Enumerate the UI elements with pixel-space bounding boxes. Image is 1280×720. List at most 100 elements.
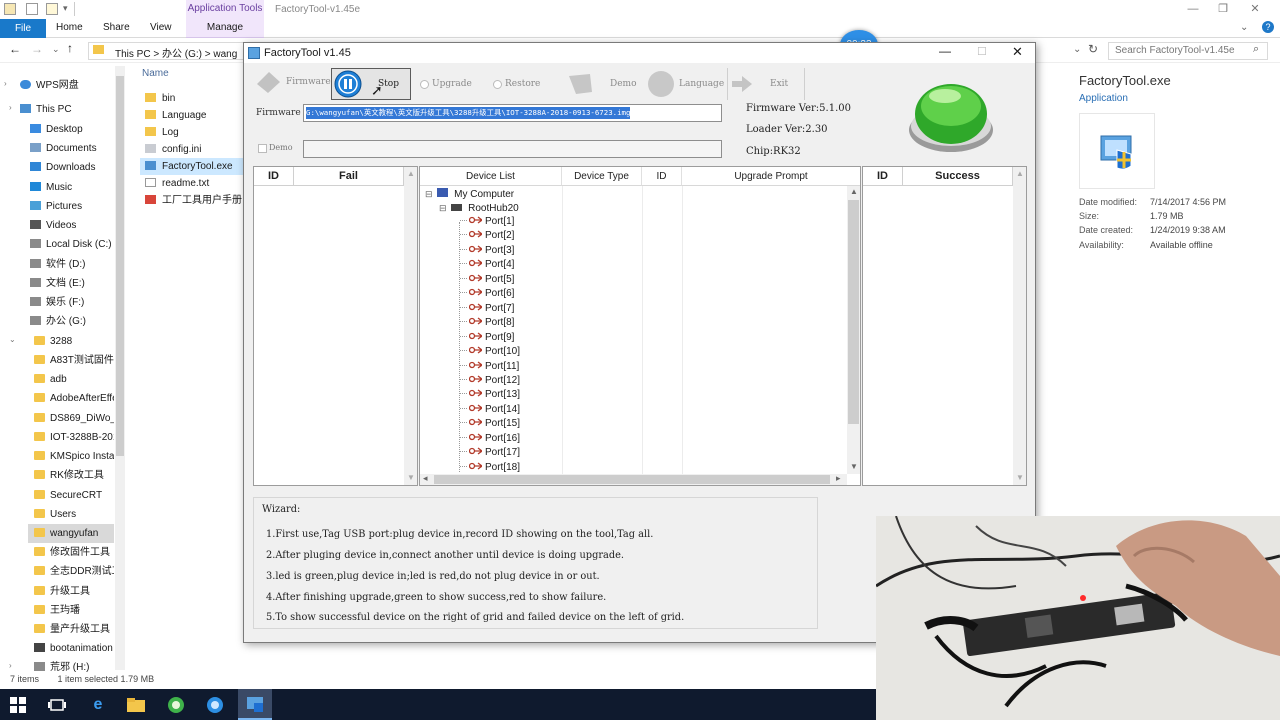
fail-id-header[interactable]: ID	[254, 167, 294, 186]
tree-port-item[interactable]: Port[6]	[460, 287, 514, 301]
address-input[interactable]: This PC > 办公 (G:) > wang	[88, 42, 258, 60]
tab-view[interactable]: View	[150, 22, 172, 33]
nav-item[interactable]: 升级工具	[34, 582, 114, 601]
nav-item[interactable]: wangyufan	[28, 524, 114, 543]
close-button[interactable]: ✕	[1012, 44, 1023, 60]
minimize-button[interactable]: —	[939, 44, 951, 58]
factorytool-taskbar-icon[interactable]	[238, 689, 272, 720]
scroll-up-icon[interactable]: ▲	[407, 169, 415, 178]
nav-item[interactable]: AdobeAfterEffe	[34, 389, 114, 408]
nav-item[interactable]: KMSpico Instal	[34, 447, 114, 466]
firmware-button[interactable]: Firmware	[254, 66, 331, 98]
nav-item[interactable]: Downloads	[30, 158, 114, 177]
tree-port-item[interactable]: Port[18]	[460, 461, 520, 474]
nav-item[interactable]: Music	[30, 178, 114, 197]
success-id-header[interactable]: ID	[863, 167, 903, 186]
file-list-item[interactable]: Language	[145, 107, 245, 124]
nav-item[interactable]: 王玙璠	[34, 601, 114, 620]
start-windows-icon[interactable]	[6, 693, 30, 717]
device-type-header[interactable]: Device Type	[562, 167, 642, 186]
expand-chevron-icon[interactable]: ›	[4, 79, 7, 88]
minimize-button[interactable]: —	[1178, 0, 1208, 18]
success-panel[interactable]: ID Success ▲ ▼	[862, 166, 1027, 486]
scrollbar-thumb[interactable]	[434, 475, 830, 484]
expand-chevron-icon[interactable]: ⌄	[9, 335, 16, 344]
tree-port-item[interactable]: Port[2]	[460, 229, 514, 243]
file-list-item[interactable]: config.ini	[145, 141, 245, 158]
success-scrollbar[interactable]: ▲ ▼	[1013, 167, 1026, 485]
scroll-down-icon[interactable]: ▼	[1016, 473, 1024, 482]
recent-locations-icon[interactable]: ⌄	[52, 44, 60, 55]
firmware-path-input[interactable]: G:\wangyufan\英文教程\英文版升级工具\3288升级工具\IOT-3…	[303, 104, 722, 122]
nav-item[interactable]: 文档 (E:)	[30, 274, 114, 293]
nav-item[interactable]: 量产升级工具	[34, 620, 114, 639]
forward-arrow-icon[interactable]: →	[31, 42, 43, 56]
nav-item[interactable]: 软件 (D:)	[30, 255, 114, 274]
maximize-button[interactable]: ❐	[1208, 0, 1238, 18]
file-list-item[interactable]: Log	[145, 124, 245, 141]
edge-browser-icon[interactable]: e	[86, 693, 110, 717]
file-list-item[interactable]: 工厂工具用户手册	[145, 192, 245, 209]
nav-item[interactable]: SecureCRT	[34, 486, 114, 505]
factorytool-titlebar[interactable]: FactoryTool v1.45 — ☐ ✕	[244, 43, 1035, 63]
collapse-icon[interactable]: ⊟	[439, 203, 447, 213]
nav-item[interactable]: 办公 (G:)	[30, 312, 114, 331]
tree-port-item[interactable]: Port[17]	[460, 446, 520, 460]
tree-port-item[interactable]: Port[12]	[460, 374, 520, 388]
language-button[interactable]: Language	[647, 68, 724, 100]
collapse-icon[interactable]: ⊟	[425, 189, 433, 199]
customize-quick-access-icon[interactable]: ▾	[63, 3, 68, 14]
360-browser-icon[interactable]	[164, 693, 188, 717]
nav-item[interactable]: Documents	[30, 139, 114, 158]
ie-browser-icon[interactable]	[203, 693, 227, 717]
tree-port-item[interactable]: Port[9]	[460, 331, 514, 345]
demo-checkbox[interactable]	[258, 144, 267, 153]
tree-port-item[interactable]: Port[3]	[460, 244, 514, 258]
upgrade-prompt-header[interactable]: Upgrade Prompt	[682, 167, 860, 186]
nav-item[interactable]: Users	[34, 505, 114, 524]
folder-icon[interactable]	[4, 3, 16, 15]
expand-chevron-icon[interactable]: ›	[9, 661, 12, 670]
tree-port-item[interactable]: Port[14]	[460, 403, 520, 417]
restore-radio[interactable]: Restore	[493, 68, 540, 100]
tree-port-item[interactable]: Port[7]	[460, 302, 514, 316]
tree-port-item[interactable]: Port[10]	[460, 345, 520, 359]
exit-button[interactable]: Exit	[728, 68, 804, 100]
scroll-down-icon[interactable]: ▼	[850, 462, 858, 471]
file-explorer-icon[interactable]	[124, 693, 148, 717]
tab-share[interactable]: Share	[103, 22, 130, 33]
tree-port-item[interactable]: Port[5]	[460, 273, 514, 287]
tab-manage[interactable]: Manage	[186, 22, 264, 33]
scroll-up-icon[interactable]: ▲	[1016, 169, 1024, 178]
device-list-panel[interactable]: Device List Device Type ID Upgrade Promp…	[419, 166, 861, 486]
tree-port-item[interactable]: Port[15]	[460, 417, 520, 431]
expand-chevron-icon[interactable]: ›	[9, 103, 12, 112]
nav-item[interactable]: This PC	[20, 100, 114, 119]
tree-roothub[interactable]: ⊟ RootHub20	[439, 201, 519, 215]
nav-item[interactable]: WPS网盘	[20, 76, 114, 95]
demo-button[interactable]: Demo	[566, 68, 642, 100]
file-list-item[interactable]: bin	[145, 90, 245, 107]
scrollbar-thumb[interactable]	[848, 200, 859, 424]
refresh-icon[interactable]: ↻	[1088, 42, 1098, 56]
tree-port-item[interactable]: Port[4]	[460, 258, 514, 272]
address-dropdown-icon[interactable]: ⌄	[1073, 44, 1081, 55]
ribbon-expand-icon[interactable]: ⌄	[1240, 22, 1248, 33]
nav-item[interactable]: 娱乐 (F:)	[30, 293, 114, 312]
nav-item[interactable]: 3288	[34, 332, 114, 351]
device-list-header[interactable]: Device List	[420, 167, 562, 186]
properties-icon[interactable]	[26, 3, 38, 15]
file-list-item[interactable]: FactoryTool.exe	[140, 158, 244, 175]
fail-panel[interactable]: ID Fail ▲ ▼	[253, 166, 418, 486]
nav-item[interactable]: A83T测试固件	[34, 351, 114, 370]
upgrade-radio[interactable]: Upgrade	[420, 68, 472, 100]
device-hscrollbar[interactable]: ◂ ▸	[420, 473, 847, 485]
tree-port-item[interactable]: Port[8]	[460, 316, 514, 330]
search-icon[interactable]: ⌕	[1253, 43, 1259, 56]
nav-item[interactable]: 修改固件工具	[34, 543, 114, 562]
scroll-up-icon[interactable]: ▲	[850, 187, 858, 196]
tab-file[interactable]: File	[0, 19, 46, 38]
nav-item[interactable]: bootanimation	[34, 639, 114, 658]
scroll-left-icon[interactable]: ◂	[423, 473, 428, 484]
fail-scrollbar[interactable]: ▲ ▼	[404, 167, 417, 485]
